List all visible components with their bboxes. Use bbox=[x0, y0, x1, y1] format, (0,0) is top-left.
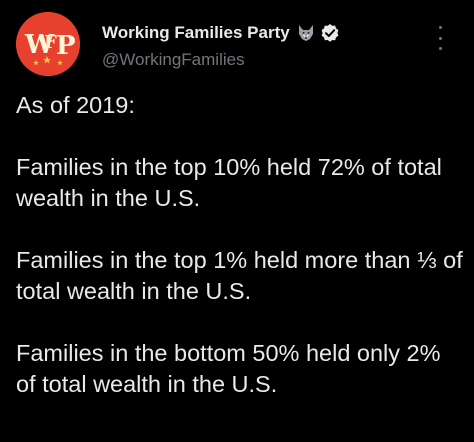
avatar-letter-p: P bbox=[56, 31, 76, 61]
more-dot bbox=[438, 47, 442, 50]
wfp-logo-icon: W F P bbox=[16, 12, 80, 76]
tweet-paragraph: As of 2019: bbox=[16, 92, 135, 118]
verified-badge-icon bbox=[320, 23, 340, 43]
wolf-emoji-icon bbox=[296, 23, 316, 43]
more-dot bbox=[438, 26, 442, 29]
author-handle[interactable]: @WorkingFamilies bbox=[102, 50, 340, 70]
avatar[interactable]: W F P bbox=[16, 12, 80, 76]
tweet-paragraph: Families in the top 1% held more than ⅓ … bbox=[16, 247, 470, 304]
display-name-row: Working Families Party bbox=[102, 22, 340, 44]
tweet-text: As of 2019: Families in the top 10% held… bbox=[16, 90, 464, 400]
author-names: Working Families Party @WorkingFamilies bbox=[102, 22, 340, 70]
tweet-paragraph: Families in the bottom 50% held only 2% … bbox=[16, 340, 448, 397]
tweet-header: W F P Working Families Party @WorkingFam… bbox=[16, 12, 460, 76]
more-dot bbox=[438, 36, 442, 40]
tweet: W F P Working Families Party @WorkingFam… bbox=[0, 0, 474, 442]
display-name[interactable]: Working Families Party bbox=[102, 23, 290, 43]
more-options-icon[interactable] bbox=[430, 26, 450, 50]
tweet-paragraph: Families in the top 10% held 72% of tota… bbox=[16, 154, 449, 211]
